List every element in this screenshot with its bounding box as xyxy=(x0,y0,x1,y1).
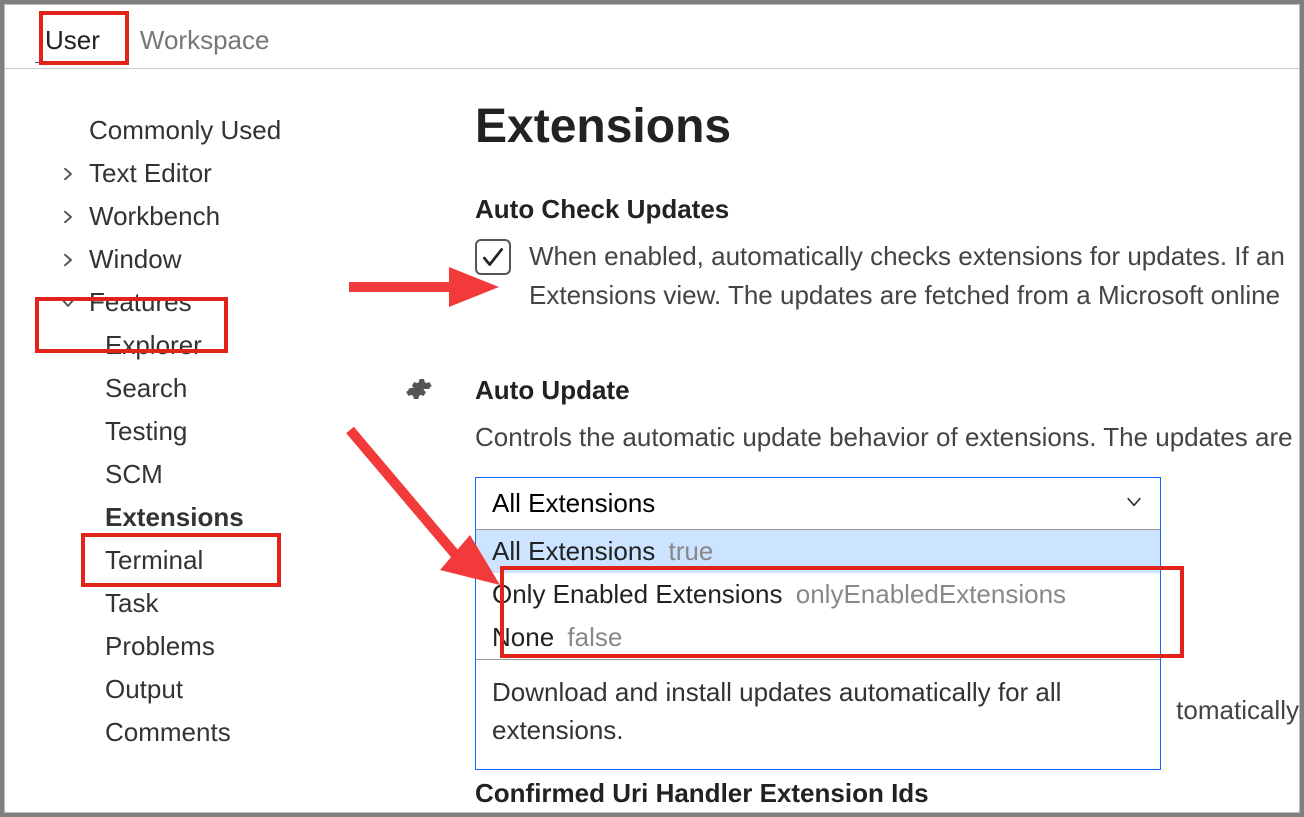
sidebar-label: Window xyxy=(89,244,181,275)
sidebar-item-terminal[interactable]: Terminal xyxy=(55,539,435,582)
sidebar-item-task[interactable]: Task xyxy=(55,582,435,625)
sidebar-item-text-editor[interactable]: Text Editor xyxy=(55,152,435,195)
setting-label: Auto Check Updates xyxy=(475,194,1299,225)
setting-auto-check-updates: Auto Check Updates When enabled, automat… xyxy=(475,194,1299,315)
gear-icon[interactable] xyxy=(405,375,433,403)
select-auto-update: All Extensions All Extensions true Only … xyxy=(475,477,1161,770)
option-value: false xyxy=(567,622,622,652)
sidebar-label: Workbench xyxy=(89,201,220,232)
sidebar-item-extensions[interactable]: Extensions xyxy=(55,496,435,539)
select-option-only-enabled[interactable]: Only Enabled Extensions onlyEnabledExten… xyxy=(476,573,1160,616)
option-label: None xyxy=(492,622,554,652)
sidebar-item-features[interactable]: Features xyxy=(55,281,435,324)
setting-next-partial: Confirmed Uri Handler Extension Ids xyxy=(475,778,1299,809)
sidebar-item-output[interactable]: Output xyxy=(55,668,435,711)
option-label: Only Enabled Extensions xyxy=(492,579,783,609)
checkbox-auto-check-updates[interactable] xyxy=(475,239,511,275)
sidebar-item-search[interactable]: Search xyxy=(55,367,435,410)
settings-sidebar: Commonly Used Text Editor Workbench Wind… xyxy=(5,69,435,812)
setting-auto-update: Auto Update Controls the automatic updat… xyxy=(475,375,1299,809)
select-option-all-extensions[interactable]: All Extensions true xyxy=(476,530,1160,573)
select-option-description: Download and install updates automatical… xyxy=(476,659,1160,769)
settings-scope-tabs: User Workspace xyxy=(5,5,1299,69)
sidebar-label: Text Editor xyxy=(89,158,212,189)
sidebar-item-window[interactable]: Window xyxy=(55,238,435,281)
select-current-label: All Extensions xyxy=(492,488,655,519)
sidebar-item-explorer[interactable]: Explorer xyxy=(55,324,435,367)
sidebar-label: Commonly Used xyxy=(89,115,281,146)
tab-user[interactable]: User xyxy=(35,19,110,63)
chevron-right-icon xyxy=(55,204,81,230)
select-current-value[interactable]: All Extensions xyxy=(476,478,1160,529)
chevron-right-icon xyxy=(55,247,81,273)
select-option-list: All Extensions true Only Enabled Extensi… xyxy=(476,529,1160,659)
option-label: All Extensions xyxy=(492,536,655,566)
setting-label: Auto Update xyxy=(475,375,1299,406)
truncated-right-text: tomatically xyxy=(1176,695,1299,726)
setting-description: Controls the automatic update behavior o… xyxy=(475,418,1299,457)
chevron-down-icon xyxy=(55,290,81,316)
tab-workspace[interactable]: Workspace xyxy=(130,19,280,63)
settings-content: Extensions Auto Check Updates When enabl… xyxy=(435,69,1299,812)
chevron-down-icon xyxy=(1124,488,1144,519)
sidebar-label: Features xyxy=(89,287,192,318)
select-option-none[interactable]: None false xyxy=(476,616,1160,659)
sidebar-item-scm[interactable]: SCM xyxy=(55,453,435,496)
sidebar-item-comments[interactable]: Comments xyxy=(55,711,435,754)
option-value: true xyxy=(669,536,714,566)
sidebar-item-problems[interactable]: Problems xyxy=(55,625,435,668)
option-value: onlyEnabledExtensions xyxy=(796,579,1066,609)
chevron-right-icon xyxy=(55,161,81,187)
sidebar-item-workbench[interactable]: Workbench xyxy=(55,195,435,238)
sidebar-item-testing[interactable]: Testing xyxy=(55,410,435,453)
sidebar-item-commonly-used[interactable]: Commonly Used xyxy=(55,109,435,152)
setting-description: When enabled, automatically checks exten… xyxy=(529,237,1299,315)
page-title: Extensions xyxy=(475,99,1299,154)
checkmark-icon xyxy=(480,244,506,270)
